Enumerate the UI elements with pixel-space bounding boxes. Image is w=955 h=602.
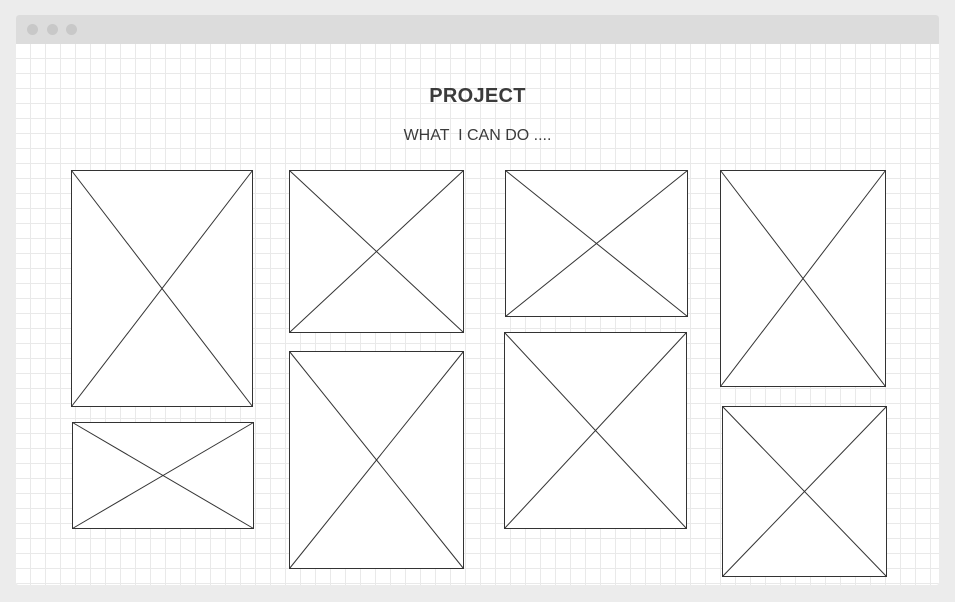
window-close-button[interactable] [27,24,38,35]
page-subtitle: WHAT I CAN DO .... [403,127,552,144]
window-maximize-button[interactable] [66,24,77,35]
image-placeholder [722,406,887,577]
image-placeholder [289,170,464,333]
window-titlebar [16,15,939,44]
image-placeholder [71,170,253,407]
image-placeholder [72,422,254,529]
window-minimize-button[interactable] [47,24,58,35]
image-placeholder [505,170,688,317]
image-placeholder [504,332,687,529]
image-placeholder [720,170,886,387]
image-placeholder [289,351,464,569]
page-title: PROJECT [429,85,526,107]
